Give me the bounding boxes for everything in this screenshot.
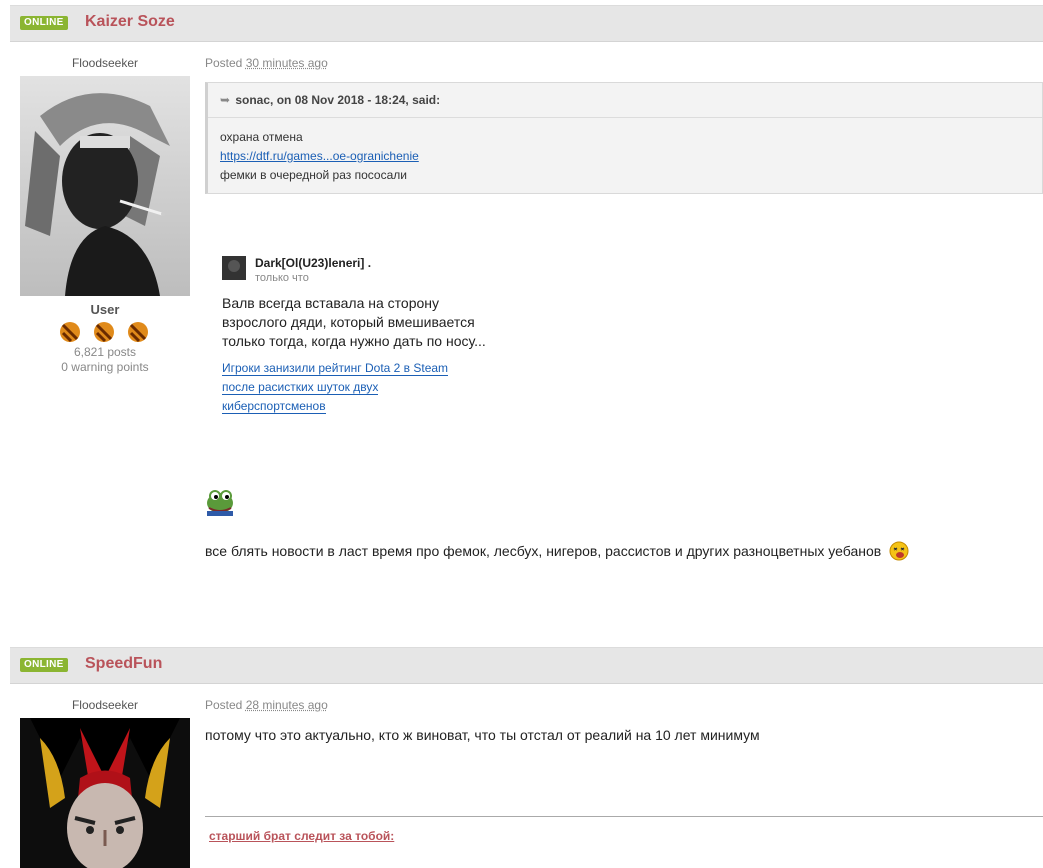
avatar[interactable]	[20, 718, 190, 868]
quote-body: охрана отмена https://dtf.ru/games...oe-…	[208, 118, 1042, 195]
post-body-text: все блять новости в ласт время про фемок…	[205, 541, 909, 564]
embed-article-link-text[interactable]: Игроки занизили рейтинг Dota 2 в Steam п…	[222, 361, 448, 414]
online-status-badge: ONLINE	[20, 658, 68, 672]
embed-time: только что	[255, 272, 309, 284]
quote-citation-text: sonac, on 08 Nov 2018 - 18:24, said:	[235, 93, 440, 107]
author-name-link[interactable]: Kaizer Soze	[85, 13, 175, 31]
author-info: Floodseeker	[20, 698, 190, 868]
embed-article-link[interactable]: Игроки занизили рейтинг Dota 2 в Steam п…	[222, 359, 472, 416]
rank-title: Floodseeker	[20, 698, 190, 712]
post-date: Posted 28 minutes ago	[205, 698, 328, 712]
author-name-link[interactable]: SpeedFun	[85, 655, 162, 673]
rank-title: Floodseeker	[20, 56, 190, 70]
post-header: ONLINE Kaizer Soze	[10, 5, 1043, 42]
frog-emoji-icon	[205, 486, 235, 516]
rank-pips	[20, 319, 190, 345]
quote-line: охрана отмена	[220, 128, 1030, 147]
rank-pip-icon	[128, 322, 148, 342]
post-body-content: все блять новости в ласт время про фемок…	[205, 543, 881, 559]
posted-time[interactable]: 28 minutes ago	[246, 698, 328, 712]
embed-author[interactable]: Dark[Ol(U23)leneri] .	[255, 256, 371, 270]
warning-points: 0 warning points	[20, 360, 190, 375]
post-count: 6,821 posts	[20, 345, 190, 360]
embedded-post: Dark[Ol(U23)leneri] . только что Валв вс…	[222, 256, 502, 416]
post-body-text: потому что это актуально, кто ж виноват,…	[205, 727, 760, 743]
quote-line: фемки в очередной раз пососали	[220, 166, 1030, 185]
group-name: User	[20, 302, 190, 317]
embed-header: Dark[Ol(U23)leneri] . только что	[222, 256, 502, 284]
rank-pip-icon	[94, 322, 114, 342]
sick-emoji-icon	[889, 541, 909, 564]
quote-citation: ➥ sonac, on 08 Nov 2018 - 18:24, said:	[208, 83, 1042, 118]
quote-arrow-icon[interactable]: ➥	[220, 83, 232, 117]
posted-label: Posted	[205, 56, 242, 70]
rank-pip-icon	[60, 322, 80, 342]
online-status-badge: ONLINE	[20, 16, 68, 30]
post-date: Posted 30 minutes ago	[205, 56, 328, 70]
embed-avatar[interactable]	[222, 256, 246, 280]
post-header: ONLINE SpeedFun	[10, 647, 1043, 684]
quote-block: ➥ sonac, on 08 Nov 2018 - 18:24, said: о…	[205, 82, 1043, 194]
posted-time[interactable]: 30 minutes ago	[246, 56, 328, 70]
signature-link[interactable]: старший брат следит за тобой:	[209, 829, 394, 843]
embed-text: Валв всегда вставала на сторону взрослог…	[222, 294, 492, 351]
posted-label: Posted	[205, 698, 242, 712]
author-info: Floodseeker User 6,821 posts 0 warning p…	[20, 56, 190, 375]
quote-link[interactable]: https://dtf.ru/games...oe-ogranichenie	[220, 149, 419, 163]
signature-divider	[205, 816, 1043, 817]
avatar[interactable]	[20, 76, 190, 296]
